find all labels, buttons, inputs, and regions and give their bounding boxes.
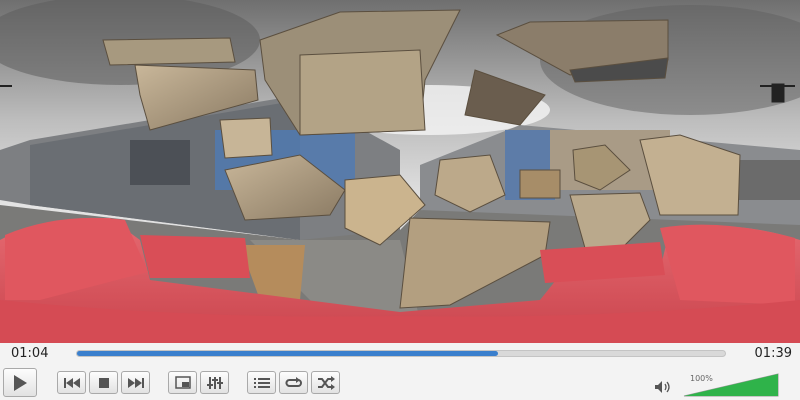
loop-button[interactable] [279, 371, 308, 394]
loop-icon [284, 376, 303, 389]
seek-progress-fill [77, 351, 499, 356]
extended-settings-icon [206, 376, 223, 390]
stop-button[interactable] [89, 371, 118, 394]
control-bar: 100% [0, 365, 800, 400]
previous-button[interactable] [57, 371, 86, 394]
fullscreen-button[interactable] [168, 371, 197, 394]
shuffle-icon [317, 375, 335, 390]
volume-slider[interactable] [683, 373, 779, 397]
next-icon [127, 377, 145, 389]
video-display[interactable] [0, 0, 800, 343]
seek-row: 01:04 01:39 [0, 343, 800, 365]
playlist-button[interactable] [247, 371, 276, 394]
seek-slider[interactable] [76, 350, 726, 357]
volume-icon[interactable] [654, 379, 674, 398]
fullscreen-icon [174, 376, 191, 389]
stop-icon [98, 377, 110, 389]
video-frame [0, 0, 800, 343]
elapsed-time: 01:04 [11, 346, 49, 361]
play-icon [12, 374, 28, 392]
extended-settings-button[interactable] [200, 371, 229, 394]
playlist-icon [253, 377, 270, 389]
previous-icon [63, 377, 81, 389]
play-button[interactable] [3, 368, 37, 397]
shuffle-button[interactable] [311, 371, 340, 394]
next-button[interactable] [121, 371, 150, 394]
total-time[interactable]: 01:39 [755, 346, 792, 361]
